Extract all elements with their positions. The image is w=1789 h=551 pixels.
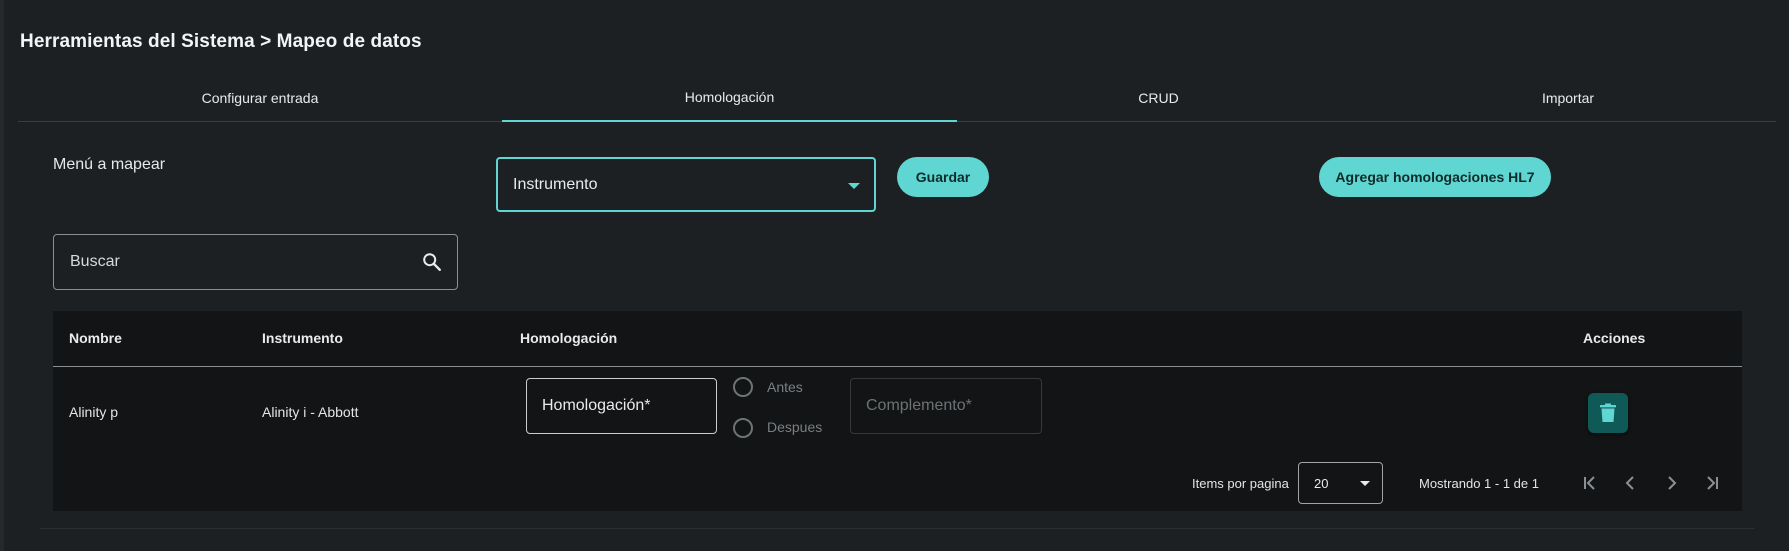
header-acciones: Acciones	[1583, 330, 1646, 346]
header-nombre: Nombre	[69, 330, 122, 346]
radio-antes[interactable]	[733, 377, 753, 397]
radio-despues-label: Despues	[767, 419, 823, 435]
last-page-icon	[1707, 476, 1718, 490]
cell-instrumento: Alinity i - Abbott	[262, 404, 359, 420]
first-page-icon	[1584, 476, 1595, 490]
trash-icon	[1600, 403, 1616, 422]
table-header: Nombre Instrumento Homologación Acciones	[53, 311, 1742, 367]
complement-field[interactable]: Complemento*	[850, 378, 1042, 434]
chevron-down-icon	[1360, 481, 1370, 486]
next-page-button[interactable]	[1659, 471, 1683, 495]
homologation-field-placeholder: Homologación*	[542, 397, 651, 414]
last-page-button[interactable]	[1699, 471, 1723, 495]
search-input[interactable]: Buscar	[53, 234, 458, 290]
add-hl7-homologations-button[interactable]: Agregar homologaciones HL7	[1319, 157, 1551, 197]
chevron-down-icon	[848, 183, 860, 189]
homologation-field[interactable]: Homologación*	[526, 378, 717, 434]
complement-field-placeholder: Complemento*	[866, 397, 972, 414]
pagination-range: Mostrando 1 - 1 de 1	[1419, 476, 1539, 491]
card-divider	[40, 528, 1755, 529]
radio-despues[interactable]	[733, 418, 753, 438]
chevron-left-icon	[1625, 476, 1634, 490]
tab-importar[interactable]: Importar	[1360, 74, 1776, 122]
first-page-button[interactable]	[1579, 471, 1603, 495]
tab-homologacion[interactable]: Homologación	[502, 74, 957, 122]
left-rail	[0, 0, 4, 551]
previous-page-button[interactable]	[1619, 471, 1643, 495]
page-frame: Herramientas del Sistema > Mapeo de dato…	[0, 0, 1789, 551]
page-size-value: 20	[1314, 475, 1329, 491]
header-instrumento: Instrumento	[262, 330, 343, 346]
radio-antes-label: Antes	[767, 379, 803, 395]
homologation-table: Nombre Instrumento Homologación Acciones…	[53, 311, 1742, 511]
page-size-select[interactable]: 20	[1298, 462, 1383, 504]
search-icon[interactable]	[421, 251, 443, 278]
menu-label: Menú a mapear	[53, 156, 166, 173]
save-button[interactable]: Guardar	[897, 157, 989, 197]
cell-nombre: Alinity p	[69, 404, 119, 420]
tab-crud[interactable]: CRUD	[957, 74, 1360, 122]
search-placeholder: Buscar	[70, 253, 120, 270]
items-per-page-label: Items por pagina	[1192, 476, 1289, 491]
menu-select-value: Instrumento	[513, 175, 598, 193]
chevron-right-icon	[1668, 476, 1677, 490]
page-title: Herramientas del Sistema > Mapeo de dato…	[20, 31, 422, 52]
tab-bar: Configurar entrada Homologación CRUD Imp…	[18, 74, 1776, 122]
tab-configurar-entrada[interactable]: Configurar entrada	[18, 74, 502, 122]
delete-button[interactable]	[1588, 393, 1628, 433]
menu-select[interactable]: Instrumento	[496, 157, 876, 212]
header-homologacion: Homologación	[520, 330, 618, 346]
